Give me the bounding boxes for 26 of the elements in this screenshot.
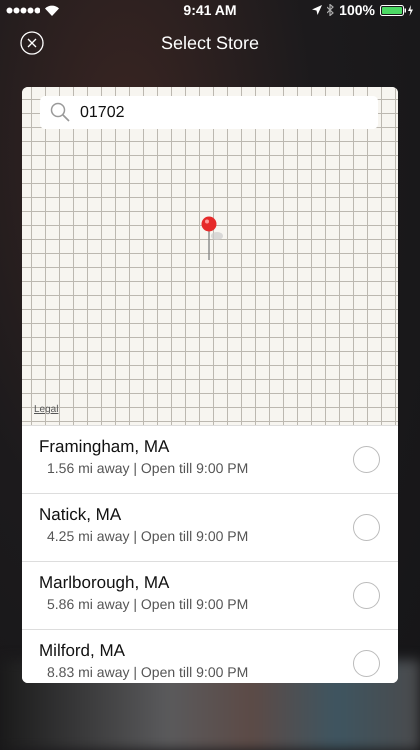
store-name: Framingham, MA — [39, 437, 170, 457]
legal-link[interactable]: Legal — [34, 404, 58, 415]
wifi-icon — [45, 4, 59, 16]
store-name: Milford, MA — [39, 641, 126, 661]
map[interactable]: 01702 Legal — [22, 87, 398, 426]
store-details: 4.25 mi away | Open till 9:00 PM — [47, 528, 250, 544]
radio-button[interactable] — [353, 650, 380, 677]
map-pin-icon — [200, 215, 226, 261]
close-button[interactable] — [20, 31, 44, 55]
signal-icon — [6, 6, 40, 14]
radio-button[interactable] — [353, 446, 380, 473]
search-icon — [50, 102, 70, 122]
battery-percent: 100% — [339, 2, 375, 18]
store-name: Natick, MA — [39, 505, 122, 525]
store-name: Marlborough, MA — [39, 573, 170, 593]
screen-title: Select Store — [160, 32, 260, 54]
bluetooth-icon — [327, 4, 334, 16]
store-details: 5.86 mi away | Open till 9:00 PM — [47, 596, 250, 612]
battery-charging-icon — [380, 4, 414, 16]
search-field[interactable]: 01702 — [40, 96, 378, 129]
store-details: 8.83 mi away | Open till 9:00 PM — [47, 664, 250, 680]
location-arrow-icon — [312, 5, 322, 15]
radio-button[interactable] — [353, 582, 380, 609]
clock: 9:41 AM — [183, 2, 237, 18]
store-details: 1.56 mi away | Open till 9:00 PM — [47, 460, 250, 476]
radio-button[interactable] — [353, 514, 380, 541]
